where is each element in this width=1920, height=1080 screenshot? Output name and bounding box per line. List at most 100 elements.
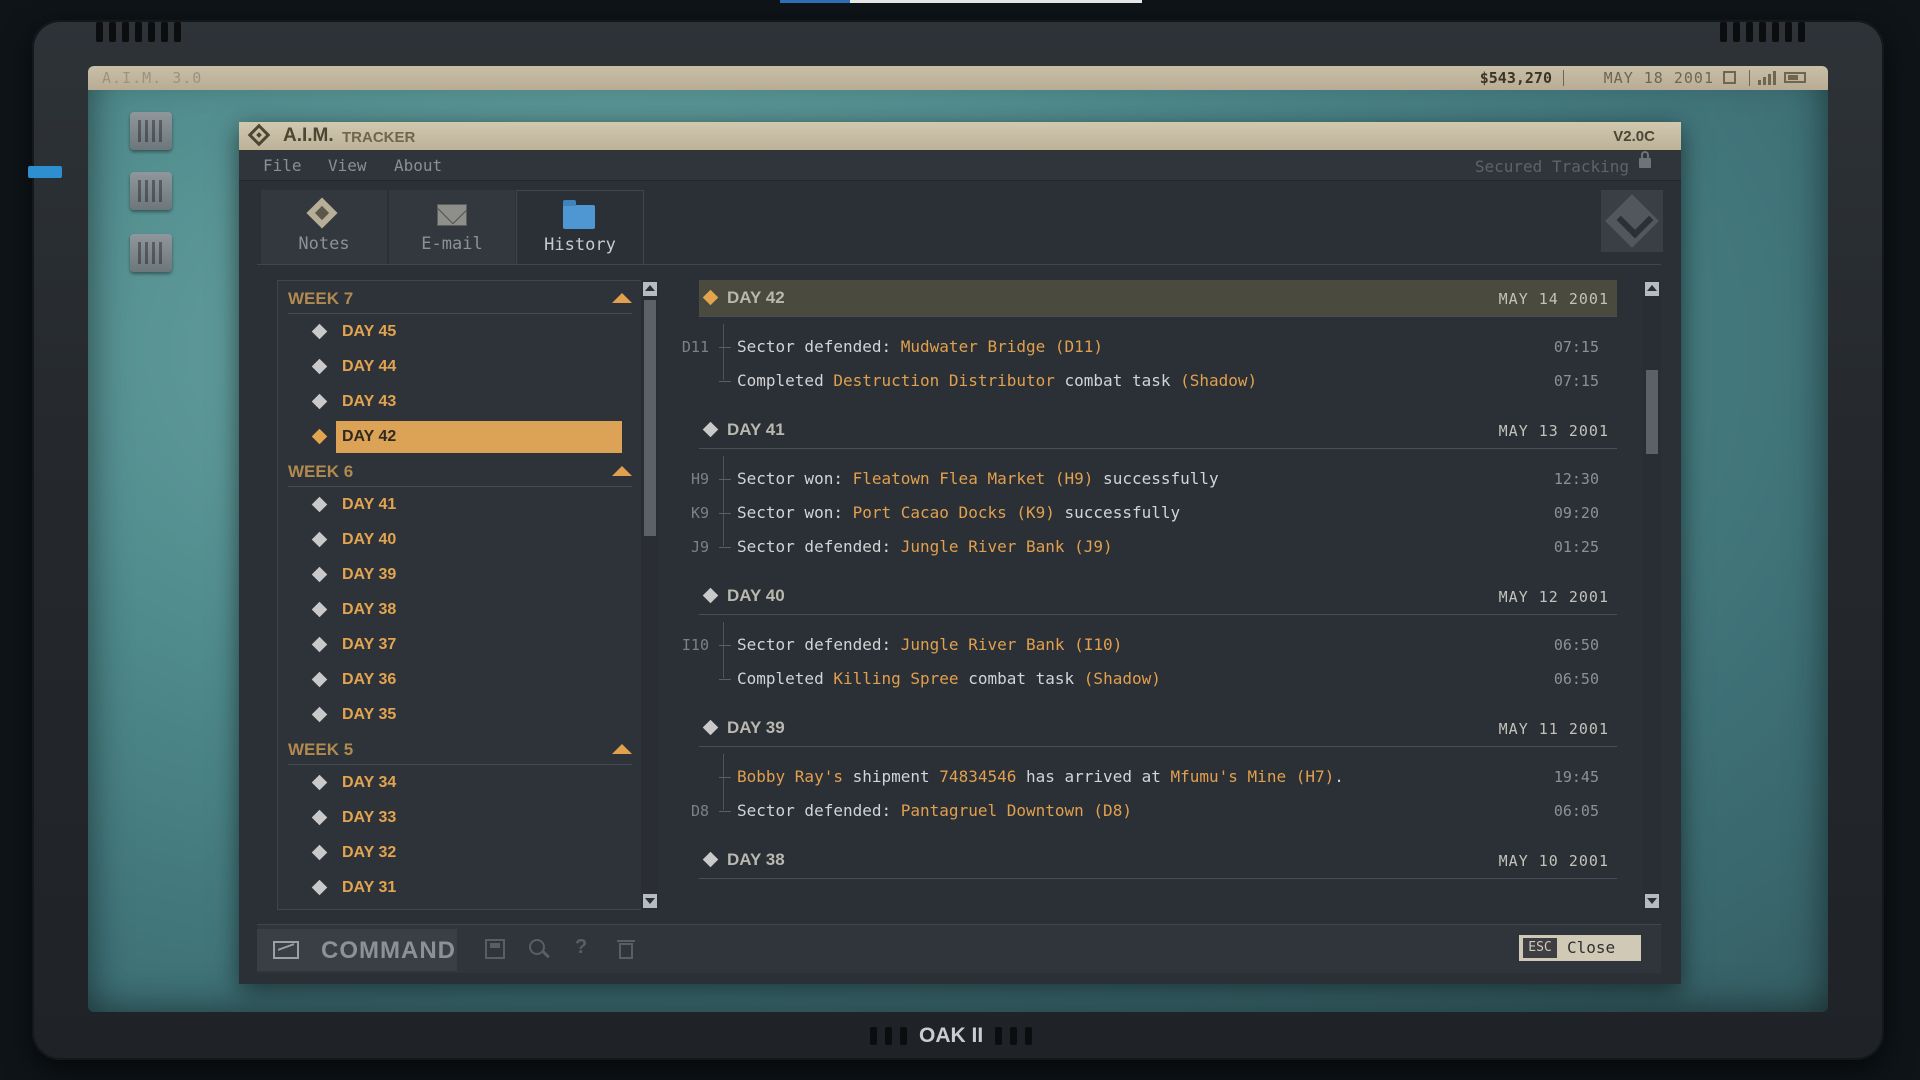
day-diamond-icon: [311, 636, 328, 653]
app-name: A.I.M.: [283, 125, 334, 146]
menu-view[interactable]: View: [328, 156, 367, 175]
week-header[interactable]: WEEK 7: [288, 283, 632, 314]
log-link[interactable]: Pantagruel Downtown (D8): [901, 801, 1132, 820]
desktop-calendar-icon[interactable]: [130, 234, 172, 272]
menubar: File View About Secured Tracking: [239, 150, 1681, 181]
day-label: DAY 40: [342, 531, 397, 548]
day-item[interactable]: DAY 40: [311, 524, 618, 556]
log-link[interactable]: Jungle River Bank (J9): [901, 537, 1113, 556]
day-item[interactable]: DAY 39: [311, 559, 618, 591]
menu-file[interactable]: File: [263, 156, 302, 175]
log-entry: K9 Sector won: Port Cacao Docks (K9) succ…: [679, 496, 1617, 530]
log-text: Completed Destruction Distributor combat…: [737, 371, 1257, 390]
log-text-part: combat task: [958, 669, 1084, 688]
day-item[interactable]: DAY 42: [311, 421, 622, 453]
collapse-arrow-icon[interactable]: [612, 293, 632, 303]
day-title: DAY 41: [727, 420, 785, 439]
scroll-up-arrow[interactable]: [643, 282, 657, 296]
log-link[interactable]: Fleatown Flea Market (H9): [853, 469, 1094, 488]
scroll-down-arrow[interactable]: [643, 894, 657, 908]
day-item[interactable]: DAY 38: [311, 594, 618, 626]
day-item[interactable]: DAY 31: [311, 872, 618, 904]
day-date: MAY 11 2001: [1498, 720, 1609, 738]
day-date: MAY 10 2001: [1498, 852, 1609, 870]
day-diamond-icon: [702, 421, 719, 438]
day-item[interactable]: DAY 35: [311, 699, 618, 731]
day-item[interactable]: DAY 43: [311, 386, 618, 418]
day-diamond-icon: [311, 428, 328, 445]
timeline-branch: [719, 547, 731, 548]
day-header[interactable]: DAY 41 MAY 13 2001: [699, 412, 1617, 449]
aim-logo-icon: [247, 123, 271, 147]
scroll-thumb[interactable]: [1646, 370, 1658, 454]
day-header[interactable]: DAY 38 MAY 10 2001: [699, 842, 1617, 879]
day-item[interactable]: DAY 37: [311, 629, 618, 661]
log-text-part: Sector defended:: [737, 337, 901, 356]
log-link[interactable]: Killing Spree: [833, 669, 958, 688]
window-titlebar[interactable]: A.I.M. TRACKER V2.0C: [239, 122, 1681, 150]
day-label: DAY 33: [342, 809, 397, 826]
trash-icon[interactable]: [617, 939, 637, 959]
menu-about[interactable]: About: [394, 156, 442, 175]
tabs-divider: [257, 264, 1661, 265]
day-item[interactable]: DAY 32: [311, 837, 618, 869]
log-link[interactable]: Mudwater Bridge (D11): [901, 337, 1103, 356]
log-link[interactable]: (Shadow): [1084, 669, 1161, 688]
chevron-down-icon[interactable]: [1601, 190, 1663, 252]
collapse-arrow-icon[interactable]: [612, 466, 632, 476]
day-item[interactable]: DAY 36: [311, 664, 618, 696]
day-title: DAY 38: [727, 850, 785, 869]
search-icon[interactable]: [529, 939, 549, 959]
command-bar: COMMAND ? ESC Close: [257, 924, 1661, 973]
help-icon[interactable]: ?: [575, 936, 595, 958]
log-time: 12:30: [1553, 470, 1599, 488]
collapse-arrow-icon[interactable]: [612, 744, 632, 754]
log-link[interactable]: Mfumu's Mine (H7): [1170, 767, 1334, 786]
day-header[interactable]: DAY 39 MAY 11 2001: [699, 710, 1617, 747]
history-nav-scrollbar[interactable]: [641, 280, 659, 910]
scroll-up-arrow[interactable]: [1645, 282, 1659, 296]
scroll-down-arrow[interactable]: [1645, 894, 1659, 908]
log-link[interactable]: Bobby Ray's: [737, 767, 843, 786]
desktop-files-icon[interactable]: [130, 172, 172, 210]
timeline-branch: [719, 645, 731, 646]
notes-diamond-icon: [306, 197, 338, 229]
log-link[interactable]: Destruction Distributor: [833, 371, 1055, 390]
log-time: 07:15: [1553, 338, 1599, 356]
day-item[interactable]: DAY 44: [311, 351, 618, 383]
history-log-scrollbar[interactable]: [1643, 280, 1661, 910]
week-header[interactable]: WEEK 6: [288, 456, 632, 487]
day-item[interactable]: DAY 41: [311, 489, 618, 521]
day-item[interactable]: DAY 34: [311, 767, 618, 799]
command-button[interactable]: COMMAND: [257, 929, 457, 971]
day-header[interactable]: DAY 42 MAY 14 2001: [699, 280, 1617, 317]
log-text-part: Completed: [737, 669, 834, 688]
log-link[interactable]: Port Cacao Docks (K9): [853, 503, 1055, 522]
day-item[interactable]: DAY 45: [311, 316, 618, 348]
log-time: 06:05: [1553, 802, 1599, 820]
close-button[interactable]: ESC Close: [1519, 935, 1641, 961]
day-header[interactable]: DAY 40 MAY 12 2001: [699, 578, 1617, 615]
day-diamond-icon: [702, 587, 719, 604]
tab-email[interactable]: E-mail: [389, 190, 515, 264]
day-date: MAY 13 2001: [1498, 422, 1609, 440]
desktop-calculator-icon[interactable]: [130, 112, 172, 150]
save-icon[interactable]: [485, 939, 505, 959]
history-log: DAY 42 MAY 14 2001 D11 Sector defended: Mud…: [679, 280, 1661, 910]
scroll-thumb[interactable]: [644, 300, 656, 536]
sector-code: J9: [690, 538, 709, 556]
secured-tracking-label: Secured Tracking: [1474, 157, 1629, 176]
log-text: Sector defended: Jungle River Bank (I10): [737, 635, 1122, 654]
day-item[interactable]: DAY 33: [311, 802, 618, 834]
day-date: MAY 14 2001: [1498, 290, 1609, 308]
log-link[interactable]: Jungle River Bank (I10): [901, 635, 1123, 654]
tab-history[interactable]: History: [516, 190, 644, 265]
day-label: DAY 39: [342, 566, 397, 583]
calendar-icon[interactable]: [1723, 71, 1736, 84]
week-header[interactable]: WEEK 5: [288, 734, 632, 765]
tab-notes[interactable]: Notes: [261, 190, 387, 264]
timeline-branch: [719, 479, 731, 480]
device-side-indicator[interactable]: [28, 166, 62, 178]
log-link[interactable]: 74834546: [939, 767, 1016, 786]
log-link[interactable]: (Shadow): [1180, 371, 1257, 390]
